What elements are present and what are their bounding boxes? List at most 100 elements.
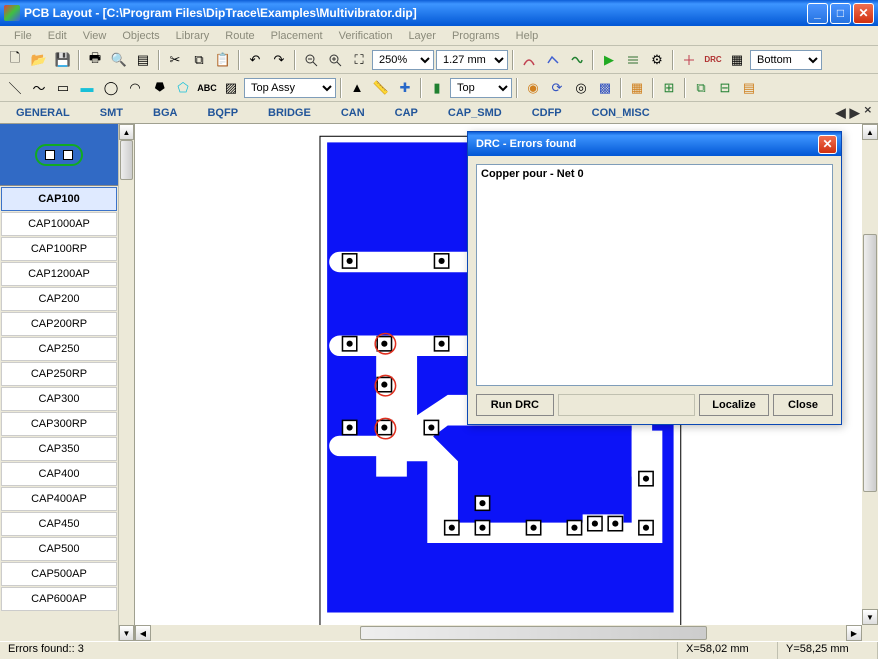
tab-cdfp[interactable]: CDFP — [524, 104, 570, 122]
print-icon[interactable]: 🖶 — [84, 49, 106, 71]
sidebar-item[interactable]: CAP1000AP — [1, 212, 117, 236]
text-tool-icon[interactable]: ABC — [196, 77, 218, 99]
pad-tool-icon[interactable]: ◉ — [522, 77, 544, 99]
canvas-h-scrollbar[interactable]: ◀ ▶ — [135, 625, 862, 641]
sidebar-item[interactable]: CAP300RP — [1, 412, 117, 436]
filled-poly-tool-icon[interactable]: ⬠ — [172, 77, 194, 99]
menu-verification[interactable]: Verification — [331, 28, 401, 43]
tab-scroll-left-icon[interactable]: ◀ — [836, 105, 846, 121]
delete-tool-icon[interactable]: ▨ — [220, 77, 242, 99]
connection-mgr-icon[interactable]: ⧉ — [690, 77, 712, 99]
save-file-icon[interactable]: 💾 — [52, 49, 74, 71]
sidebar-item[interactable]: CAP300 — [1, 387, 117, 411]
zoom-in-icon[interactable] — [324, 49, 346, 71]
sidebar-item[interactable]: CAP350 — [1, 437, 117, 461]
menu-layer[interactable]: Layer — [400, 28, 444, 43]
ellipse-tool-icon[interactable]: ◯ — [100, 77, 122, 99]
zoom-window-icon[interactable]: ⛶ — [348, 49, 370, 71]
filled-rect-tool-icon[interactable]: ▬ — [76, 77, 98, 99]
grid-combo[interactable]: 1.27 mm — [436, 50, 508, 70]
component-tool-icon[interactable]: ▮ — [426, 77, 448, 99]
close-button[interactable]: ✕ — [853, 3, 874, 24]
scroll-up-icon[interactable]: ▲ — [862, 124, 878, 140]
origin-tool-icon[interactable]: ✚ — [394, 77, 416, 99]
run-drc-button[interactable]: Run DRC — [476, 394, 554, 416]
drc-error-item[interactable]: Copper pour - Net 0 — [479, 167, 830, 181]
route-free-icon[interactable] — [566, 49, 588, 71]
undo-icon[interactable]: ↶ — [244, 49, 266, 71]
sidebar-item[interactable]: CAP200 — [1, 287, 117, 311]
tab-smt[interactable]: SMT — [92, 104, 131, 122]
measure-tool-icon[interactable]: 📏 — [370, 77, 392, 99]
route-edit-icon[interactable] — [542, 49, 564, 71]
menu-edit[interactable]: Edit — [40, 28, 75, 43]
dialog-close-icon[interactable]: ✕ — [818, 135, 837, 154]
dialog-close-button[interactable]: Close — [773, 394, 833, 416]
tab-bga[interactable]: BGA — [145, 104, 185, 122]
redo-icon[interactable]: ↷ — [268, 49, 290, 71]
scroll-up-icon[interactable]: ▲ — [119, 124, 134, 140]
pointer-tool-icon[interactable]: ▲ — [346, 77, 368, 99]
sidebar-item[interactable]: CAP100RP — [1, 237, 117, 261]
menu-library[interactable]: Library — [168, 28, 218, 43]
layers-icon[interactable]: ▦ — [726, 49, 748, 71]
preview-icon[interactable]: 🔍 — [108, 49, 130, 71]
mhole-tool-icon[interactable]: ◎ — [570, 77, 592, 99]
sidebar-item[interactable]: CAP600AP — [1, 587, 117, 611]
line-tool-icon[interactable]: ＼ — [4, 77, 26, 99]
run-autoroute-icon[interactable]: ▶ — [598, 49, 620, 71]
autoroute-setup-icon[interactable] — [622, 49, 644, 71]
side-combo[interactable]: Top — [450, 78, 512, 98]
tab-general[interactable]: GENERAL — [8, 104, 78, 122]
scroll-left-icon[interactable]: ◀ — [135, 625, 151, 641]
sidebar-item[interactable]: CAP250 — [1, 337, 117, 361]
tab-bridge[interactable]: BRIDGE — [260, 104, 319, 122]
drc-error-list[interactable]: Copper pour - Net 0 — [476, 164, 833, 386]
open-file-icon[interactable]: 📂 — [28, 49, 50, 71]
sidebar-item[interactable]: CAP100 — [1, 187, 117, 211]
sidebar-item[interactable]: CAP1200AP — [1, 262, 117, 286]
menu-programs[interactable]: Programs — [444, 28, 508, 43]
paste-icon[interactable]: 📋 — [212, 49, 234, 71]
new-file-icon[interactable]: 🗋 — [4, 49, 26, 71]
sidebar-item[interactable]: CAP400AP — [1, 487, 117, 511]
rect-tool-icon[interactable]: ▭ — [52, 77, 74, 99]
polyline-tool-icon[interactable]: 〜 — [28, 77, 50, 99]
sidebar-scrollbar[interactable]: ▲ ▼ — [118, 124, 134, 641]
tab-scroll-right-icon[interactable]: ▶ — [850, 105, 860, 121]
arc-tool-icon[interactable]: ◠ — [124, 77, 146, 99]
sidebar-item[interactable]: CAP250RP — [1, 362, 117, 386]
copy-icon[interactable]: ⧉ — [188, 49, 210, 71]
menu-file[interactable]: File — [6, 28, 40, 43]
tab-cap-smd[interactable]: CAP_SMD — [440, 104, 510, 122]
layer-combo[interactable]: Bottom — [750, 50, 822, 70]
copper-pour-icon[interactable]: ▩ — [594, 77, 616, 99]
check-net-icon[interactable] — [678, 49, 700, 71]
scroll-down-icon[interactable]: ▼ — [119, 625, 134, 641]
localize-button[interactable]: Localize — [699, 394, 769, 416]
tab-can[interactable]: CAN — [333, 104, 373, 122]
tab-close-icon[interactable]: ⨯ — [864, 105, 872, 121]
menu-placement[interactable]: Placement — [263, 28, 331, 43]
table-tool-icon[interactable]: ▦ — [626, 77, 648, 99]
tab-cap[interactable]: CAP — [387, 104, 426, 122]
route-manual-icon[interactable] — [518, 49, 540, 71]
dialog-titlebar[interactable]: DRC - Errors found ✕ — [468, 132, 841, 156]
route-setup-icon[interactable]: ⚙ — [646, 49, 668, 71]
net-mgr-icon[interactable]: ⊟ — [714, 77, 736, 99]
sidebar-item[interactable]: CAP450 — [1, 512, 117, 536]
cut-icon[interactable]: ✂ — [164, 49, 186, 71]
sidebar-item[interactable]: CAP400 — [1, 462, 117, 486]
tab-con-misc[interactable]: CON_MISC — [584, 104, 658, 122]
sidebar-item[interactable]: CAP500 — [1, 537, 117, 561]
titles-icon[interactable]: ▤ — [132, 49, 154, 71]
scroll-down-icon[interactable]: ▼ — [862, 609, 878, 625]
zoom-out-icon[interactable] — [300, 49, 322, 71]
drc-icon[interactable]: DRC — [702, 49, 724, 71]
canvas-v-scrollbar[interactable]: ▲ ▼ — [862, 124, 878, 625]
component-list-icon[interactable]: ▤ — [738, 77, 760, 99]
scroll-right-icon[interactable]: ▶ — [846, 625, 862, 641]
sidebar-item[interactable]: CAP500AP — [1, 562, 117, 586]
sidebar-item[interactable]: CAP200RP — [1, 312, 117, 336]
menu-help[interactable]: Help — [508, 28, 547, 43]
